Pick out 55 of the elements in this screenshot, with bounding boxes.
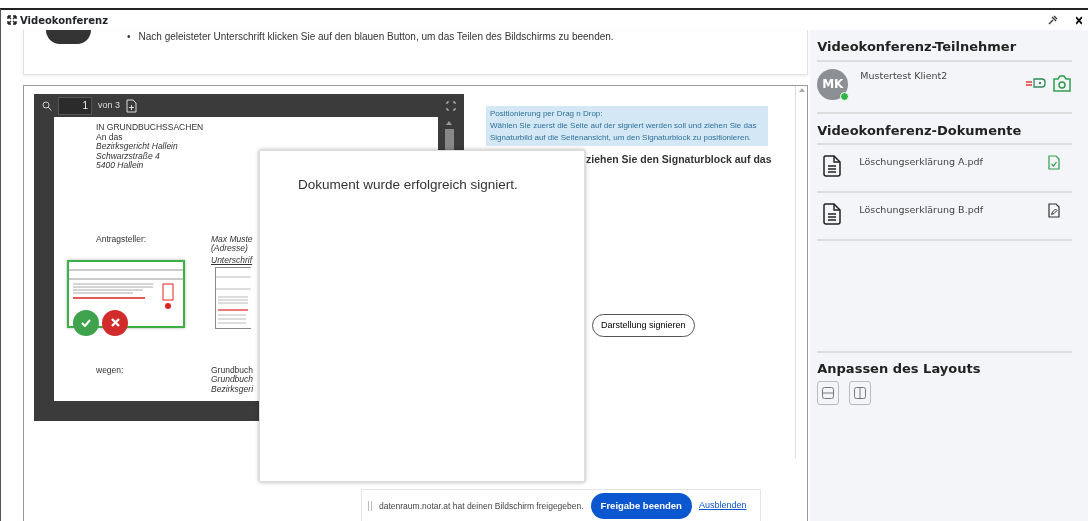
rows-layout-button[interactable] [817, 380, 840, 405]
document-icon [823, 155, 842, 178]
page-number-field[interactable]: 1 [58, 96, 92, 115]
window-title: Videokonferenz [20, 13, 108, 28]
instruction-text: ziehen Sie den Signaturblock auf das [586, 152, 773, 167]
cross-icon [110, 318, 120, 327]
signature-preview-drawing [215, 267, 251, 329]
page-count: von 3 [98, 98, 121, 112]
fullscreen-icon[interactable] [446, 100, 456, 111]
drag-handle[interactable] [368, 501, 372, 511]
plug-icon[interactable] [1026, 77, 1048, 90]
check-icon [81, 318, 91, 327]
rows-layout-icon [822, 386, 835, 399]
info-title: Positionierung per Drag n Drop: [490, 108, 604, 120]
document-text: Bezirksgeri [211, 384, 254, 394]
avatar-initials: MK [822, 76, 844, 94]
document-text: Antragsteller: [96, 234, 148, 246]
close-icon[interactable] [1076, 15, 1082, 25]
document-text: Grundbuch [211, 375, 254, 385]
scrollbar[interactable] [795, 86, 808, 458]
document-text: Bezirksgericht Hallein [96, 142, 178, 152]
document-text: Max Muste [211, 234, 253, 244]
document-text: An das [96, 132, 123, 142]
share-message: datenraum.notar.at hat deinen Bildschirm freigegeben. [379, 499, 584, 513]
sign-button[interactable]: Darstellung signieren [592, 313, 695, 338]
signature-block[interactable] [67, 259, 185, 328]
document-text: Unterschrif [211, 255, 254, 265]
document-text: Grundbuch [211, 365, 254, 375]
instruction-text: Nach geleisteter Unterschrift klicken Sie auf den blauen Button, um das Teilen des Bildschirms zu beenden. [138, 30, 614, 44]
document-name[interactable]: Löschungserklärung B.pdf [859, 203, 984, 218]
participant-name: Mustertest Klient2 [860, 68, 948, 83]
section-heading: Videokonferenz-Teilnehmer [817, 30, 1072, 62]
section-heading: Videokonferenz-Dokumente [817, 113, 1072, 146]
document-icon [823, 203, 842, 226]
columns-layout-icon [854, 386, 867, 399]
hide-link[interactable]: Ausblenden [698, 499, 747, 513]
document-text: Schwarzstraße 4 [96, 151, 160, 161]
scroll-up-icon[interactable] [446, 121, 452, 125]
section-heading: Anpassen des Layouts [817, 360, 982, 379]
document-text: (Adresse) [211, 244, 248, 254]
expand-icon [7, 15, 17, 25]
add-page-icon[interactable] [126, 98, 138, 113]
stop-sharing-button[interactable]: Freigabe beenden [590, 492, 692, 520]
search-icon[interactable] [42, 100, 52, 111]
document-text: wegen: [96, 365, 125, 377]
document-text: IN GRUNDBUCHSSACHEN [96, 123, 204, 133]
document-text: 5400 Hallein [96, 161, 144, 171]
info-text: Wählen Sie zuerst die Seite auf der signiert werden soll und ziehen Sie das Signaturbild auf die Seitenansicht, um den Signaturblock zu positionieren. [490, 120, 758, 144]
dialog-message: Dokument wurde erfolgreich signiert. [298, 176, 519, 194]
document-name[interactable]: Löschungserklärung A.pdf [859, 155, 983, 170]
bullet-mark: • [127, 30, 131, 44]
camera-icon[interactable] [1052, 74, 1072, 92]
columns-layout-button[interactable] [849, 380, 872, 405]
document-pencil-icon[interactable] [1048, 203, 1060, 219]
pin-icon[interactable] [1048, 15, 1058, 25]
